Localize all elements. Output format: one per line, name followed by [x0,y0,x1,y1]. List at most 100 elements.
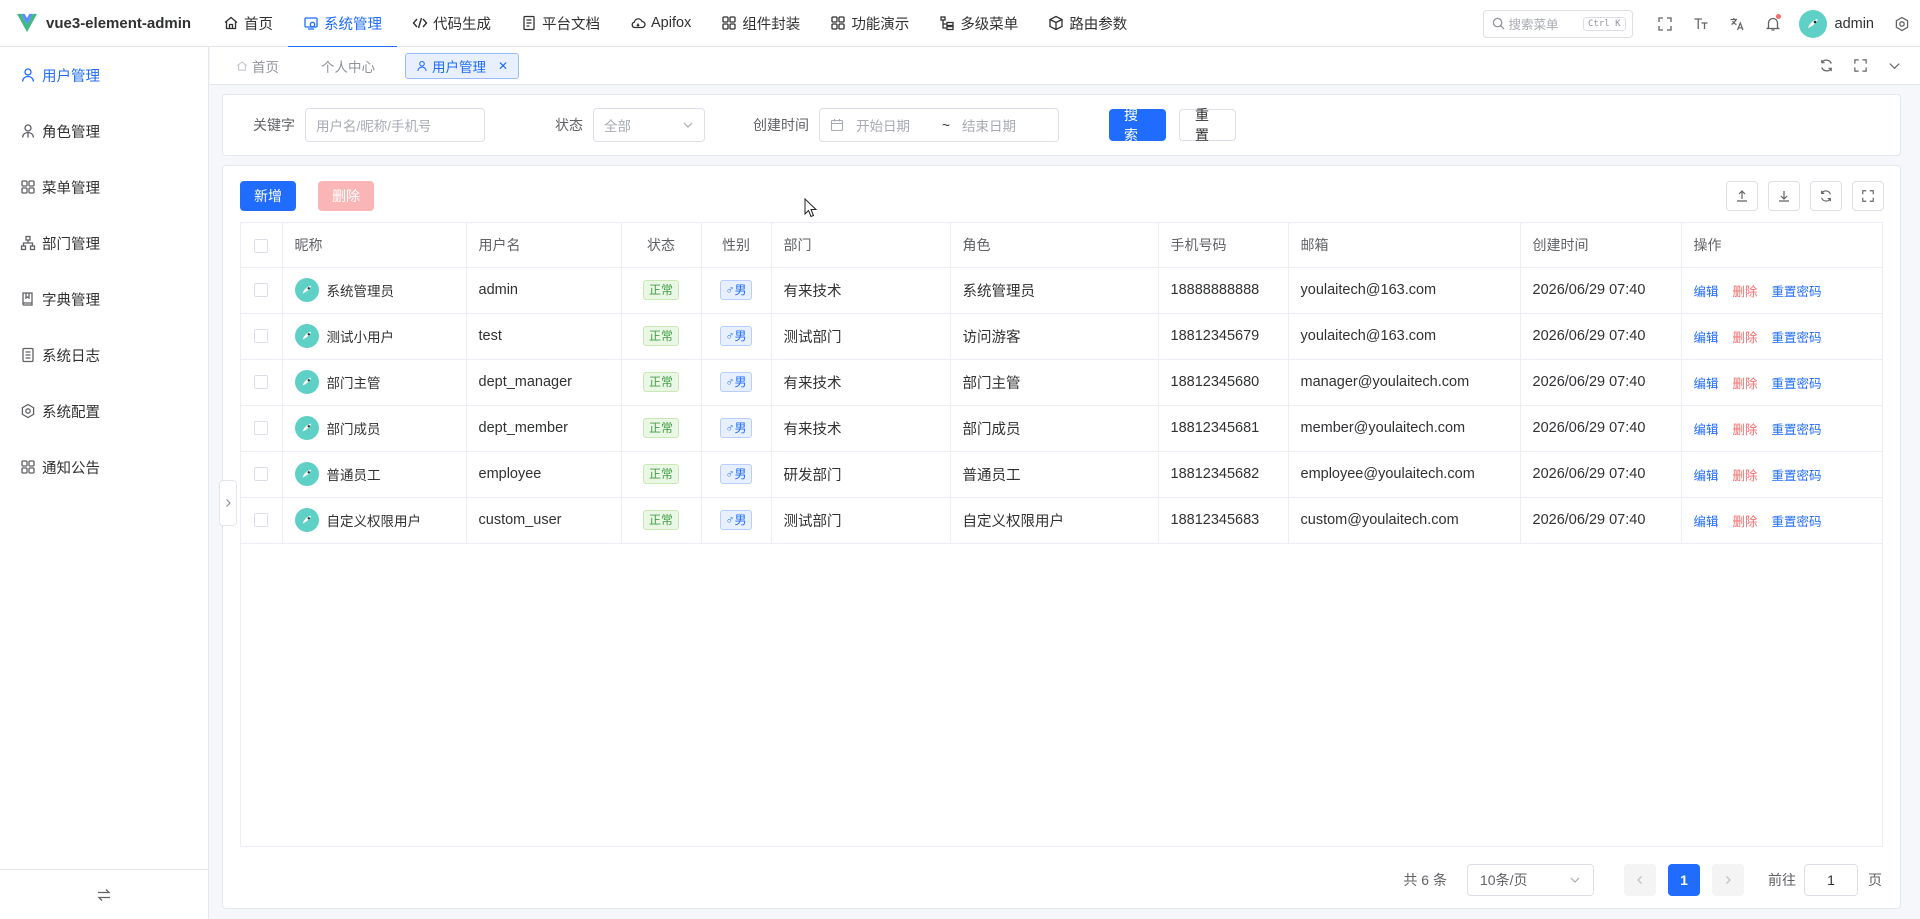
tag-profile[interactable]: 个人中心 [309,53,387,79]
mobile-cell: 18812345680 [1158,359,1289,406]
font-size-button[interactable] [1683,0,1719,47]
gender-cell: ♂男 [701,359,772,406]
tag-label: 首页 [252,59,279,75]
next-page-button[interactable] [1712,864,1744,896]
date-range-picker[interactable]: 开始日期 ~ 结束日期 [819,108,1059,142]
sidebar-expand-handle[interactable] [219,480,237,526]
mobile-cell: 18888888888 [1158,267,1289,314]
edit-link[interactable]: 编辑 [1694,469,1719,483]
reset-password-link[interactable]: 重置密码 [1772,515,1822,529]
sidebar-item-dictionary[interactable]: 字典管理 [0,271,208,327]
import-button[interactable] [1726,181,1758,211]
reset-button[interactable]: 重置 [1179,107,1236,143]
status-select[interactable]: 全部 [593,108,705,142]
sidebar-item-users[interactable]: 用户管理 [0,47,208,103]
tag-user-management[interactable]: 用户管理 ✕ [405,52,520,79]
edit-link[interactable]: 编辑 [1694,331,1719,345]
dept-cell: 有来技术 [771,267,951,314]
row-checkbox[interactable] [254,375,269,390]
notification-button[interactable] [1755,0,1791,47]
font-size-icon [1693,16,1709,32]
select-all-checkbox[interactable] [254,238,269,253]
prev-page-button[interactable] [1624,864,1656,896]
chevron-left-icon [1635,875,1645,885]
row-checkbox[interactable] [254,329,269,344]
edit-link[interactable]: 编辑 [1694,377,1719,391]
tags-dropdown-button[interactable] [1878,47,1912,85]
edit-link[interactable]: 编辑 [1694,423,1719,437]
delete-link[interactable]: 删除 [1733,469,1758,483]
search-button[interactable]: 搜索 [1109,107,1166,143]
sidebar-item-departments[interactable]: 部门管理 [0,215,208,271]
sidebar-collapse-toggle[interactable] [0,869,208,919]
nickname-text: 自定义权限用户 [326,514,422,529]
page-size-select[interactable]: 10条/页 [1467,864,1594,896]
system-icon [303,15,319,31]
keyword-input[interactable]: 用户名/昵称/手机号 [305,108,485,142]
sidebar-item-label: 用户管理 [42,68,100,85]
top-menu-label: 系统管理 [324,16,382,33]
sidebar-item-notices[interactable]: 通知公告 [0,439,208,495]
top-menu-docs[interactable]: 平台文档 [506,0,615,47]
edit-link[interactable]: 编辑 [1694,515,1719,529]
nickname-text: 测试小用户 [326,330,395,345]
nickname: 普通员工 [294,462,466,486]
tag-home[interactable]: 首页 [224,53,291,79]
sidebar-item-menus[interactable]: 菜单管理 [0,159,208,215]
reset-password-link[interactable]: 重置密码 [1772,469,1822,483]
reset-password-link[interactable]: 重置密码 [1772,377,1822,391]
column-header: 手机号码 [1158,223,1289,268]
created-time-cell: 2026/06/29 07:40 [1520,405,1682,452]
delete-link[interactable]: 删除 [1733,285,1758,299]
email-cell: employee@youlaitech.com [1288,451,1521,498]
search-icon [1492,17,1505,30]
user-menu[interactable]: admin [1798,9,1875,38]
row-checkbox[interactable] [254,467,269,482]
sidebar-item-roles[interactable]: 角色管理 [0,103,208,159]
delete-link[interactable]: 删除 [1733,331,1758,345]
top-menu-route-params[interactable]: 路由参数 [1033,0,1142,47]
settings-button[interactable] [1884,0,1920,47]
goto-page-input[interactable]: 1 [1804,864,1858,896]
maximize-content-button[interactable] [1844,47,1878,85]
top-menu-system[interactable]: 系统管理 [288,0,397,48]
reset-password-link[interactable]: 重置密码 [1772,331,1822,345]
tag-close-icon[interactable]: ✕ [498,59,508,73]
user-name: admin [1834,15,1875,32]
created-time-cell: 2026/06/29 07:40 [1520,313,1682,360]
sidebar-item-config[interactable]: 系统配置 [0,383,208,439]
app-logo[interactable]: vue3-element-admin [0,13,208,33]
fullscreen-button[interactable] [1647,0,1683,47]
row-checkbox[interactable] [254,513,269,528]
top-menu-demo[interactable]: 功能演示 [815,0,924,47]
top-menu-home[interactable]: 首页 [208,0,288,47]
menu-search-input[interactable]: 搜索菜单 Ctrl K [1482,9,1633,38]
row-checkbox[interactable] [254,421,269,436]
sidebar-item-logs[interactable]: 系统日志 [0,327,208,383]
refresh-page-button[interactable] [1810,47,1844,85]
top-menu-apifox[interactable]: Apifox [615,0,706,47]
reset-password-link[interactable]: 重置密码 [1772,285,1822,299]
language-button[interactable] [1719,0,1755,47]
top-menu-codegen[interactable]: 代码生成 [397,0,506,47]
add-user-button[interactable]: 新增 [240,181,296,211]
top-menu-multilevel[interactable]: 多级菜单 [924,0,1033,47]
column-header: 邮箱 [1288,223,1521,268]
batch-delete-button[interactable]: 删除 [318,181,374,211]
edit-link[interactable]: 编辑 [1694,285,1719,299]
reset-password-link[interactable]: 重置密码 [1772,423,1822,437]
tag-label: 用户管理 [432,59,486,75]
refresh-table-button[interactable] [1810,181,1842,211]
end-date-placeholder: 结束日期 [962,119,1016,134]
delete-link[interactable]: 删除 [1733,377,1758,391]
row-checkbox[interactable] [254,283,269,298]
delete-link[interactable]: 删除 [1733,423,1758,437]
table-fullscreen-button[interactable] [1852,181,1884,211]
nickname-cell: 普通员工 [282,451,467,498]
export-button[interactable] [1768,181,1800,211]
delete-link[interactable]: 删除 [1733,515,1758,529]
role-cell: 部门主管 [950,359,1159,406]
top-menu-components[interactable]: 组件封装 [706,0,815,47]
nickname: 系统管理员 [294,278,466,302]
page-number-current[interactable]: 1 [1668,864,1700,896]
